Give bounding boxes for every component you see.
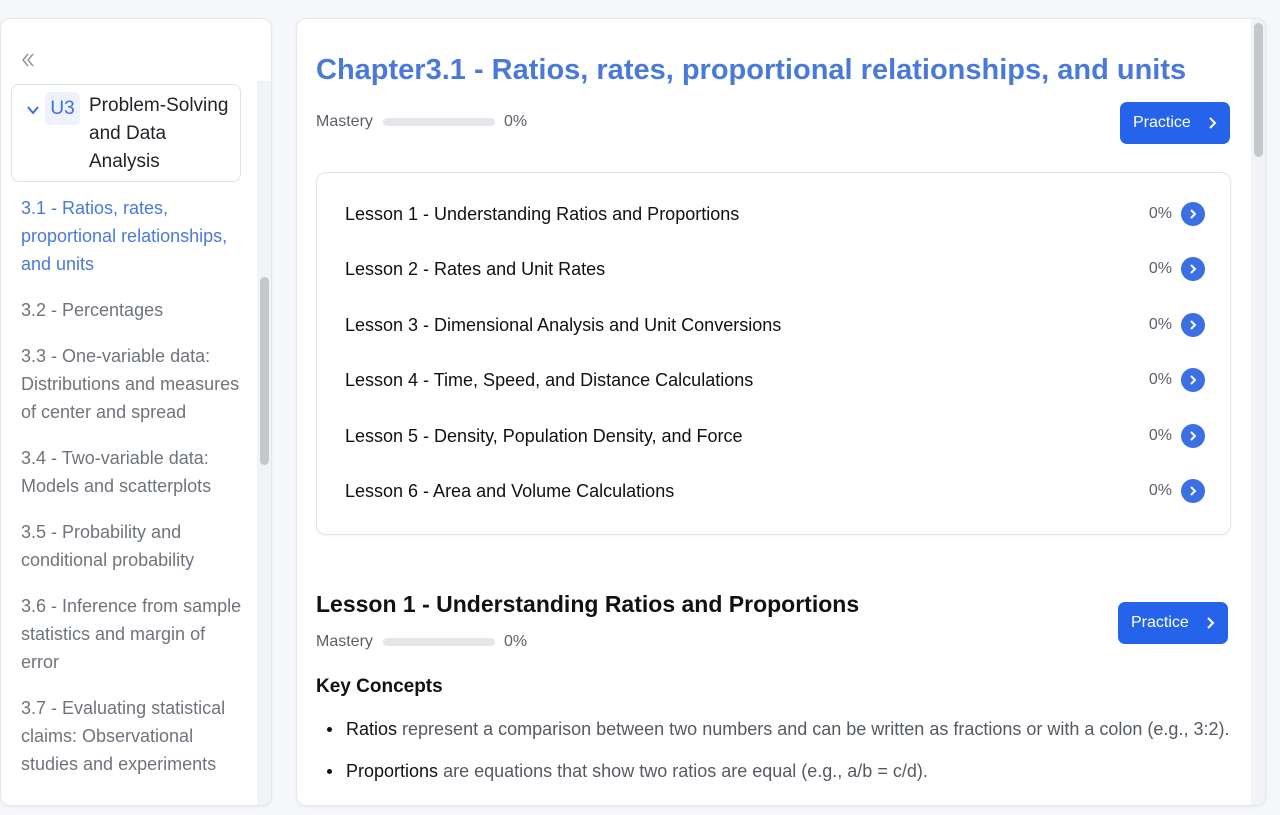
main-scrollbar-thumb[interactable] (1254, 23, 1263, 157)
chapter-list: 3.1 - Ratios, rates, proportional relati… (21, 194, 246, 796)
chevron-down-icon (27, 106, 39, 115)
lesson-row[interactable]: Lesson 1 - Understanding Ratios and Prop… (345, 199, 1205, 229)
unit-badge: U3 (45, 92, 80, 125)
lessons-list: Lesson 1 - Understanding Ratios and Prop… (316, 172, 1231, 535)
practice-label: Practice (1131, 614, 1189, 631)
key-concepts-heading: Key Concepts (316, 676, 443, 697)
concept-term: Proportions (346, 761, 439, 781)
unit-card[interactable]: U3 Problem-Solving and Data Analysis (11, 84, 241, 182)
concept-text: are equations that show two ratios are e… (438, 761, 928, 781)
chevron-right-circle-icon[interactable] (1181, 479, 1205, 503)
lesson-practice-button[interactable]: Practice (1118, 602, 1228, 644)
lesson-row[interactable]: Lesson 6 - Area and Volume Calculations … (345, 476, 1205, 506)
chapter-mastery: Mastery 0% (316, 111, 527, 133)
lesson-progress: 0% (1148, 371, 1172, 388)
chevron-right-circle-icon[interactable] (1181, 313, 1205, 337)
mastery-progress-bar (383, 638, 495, 646)
list-item: Ratios represent a comparison between tw… (327, 713, 1237, 745)
mastery-label: Mastery (316, 633, 373, 650)
lesson-row[interactable]: Lesson 5 - Density, Population Density, … (345, 421, 1205, 451)
lesson-row[interactable]: Lesson 4 - Time, Speed, and Distance Cal… (345, 365, 1205, 395)
lesson-row[interactable]: Lesson 2 - Rates and Unit Rates 0% (345, 254, 1205, 284)
lesson-progress: 0% (1148, 482, 1172, 499)
chapter-item-3-3[interactable]: 3.3 - One-variable data: Distributions a… (21, 342, 246, 426)
mastery-value: 0% (504, 113, 528, 130)
chevron-right-circle-icon[interactable] (1181, 368, 1205, 392)
lesson-name: Lesson 3 - Dimensional Analysis and Unit… (345, 314, 782, 335)
concept-term: Ratios (346, 719, 398, 739)
chevron-right-circle-icon[interactable] (1181, 202, 1205, 226)
lesson-progress: 0% (1148, 260, 1172, 277)
double-chevron-left-icon[interactable] (17, 49, 39, 71)
lesson-progress: 0% (1148, 427, 1172, 444)
chapter-item-3-5[interactable]: 3.5 - Probability and conditional probab… (21, 518, 246, 574)
chevron-right-circle-icon[interactable] (1181, 424, 1205, 448)
mastery-value: 0% (504, 633, 528, 650)
main-panel: Chapter3.1 - Ratios, rates, proportional… (296, 18, 1266, 806)
page-title: Chapter3.1 - Ratios, rates, proportional… (316, 54, 1187, 86)
lesson-name: Lesson 6 - Area and Volume Calculations (345, 480, 675, 501)
list-item: Proportions are equations that show two … (327, 755, 1237, 787)
chapter-item-3-7[interactable]: 3.7 - Evaluating statistical claims: Obs… (21, 694, 246, 778)
lesson-name: Lesson 4 - Time, Speed, and Distance Cal… (345, 369, 754, 390)
lesson-section-title: Lesson 1 - Understanding Ratios and Prop… (316, 591, 860, 617)
key-concepts-list: Ratios represent a comparison between tw… (327, 713, 1237, 797)
lesson-row[interactable]: Lesson 3 - Dimensional Analysis and Unit… (345, 310, 1205, 340)
chevron-right-icon (1207, 617, 1215, 629)
chevron-right-icon (1209, 117, 1217, 129)
chapter-item-3-4[interactable]: 3.4 - Two-variable data: Models and scat… (21, 444, 246, 500)
sidebar-scrollbar-thumb[interactable] (260, 277, 269, 465)
lesson-name: Lesson 5 - Density, Population Density, … (345, 425, 743, 446)
chapter-practice-button[interactable]: Practice (1120, 102, 1230, 144)
mastery-label: Mastery (316, 113, 373, 130)
lesson-name: Lesson 1 - Understanding Ratios and Prop… (345, 203, 740, 224)
unit-title: Problem-Solving and Data Analysis (89, 95, 229, 172)
concept-text: represent a comparison between two numbe… (397, 719, 1230, 739)
sidebar: U3 Problem-Solving and Data Analysis 3.1… (0, 18, 272, 806)
lesson-progress: 0% (1148, 316, 1172, 333)
chapter-item-3-2[interactable]: 3.2 - Percentages (21, 296, 246, 324)
lesson-name: Lesson 2 - Rates and Unit Rates (345, 258, 606, 279)
lesson-progress: 0% (1148, 205, 1172, 222)
practice-label: Practice (1133, 114, 1191, 131)
chapter-item-3-6[interactable]: 3.6 - Inference from sample statistics a… (21, 592, 246, 676)
mastery-progress-bar (383, 118, 495, 126)
chevron-right-circle-icon[interactable] (1181, 257, 1205, 281)
lesson-mastery: Mastery 0% (316, 631, 527, 653)
chapter-item-3-1[interactable]: 3.1 - Ratios, rates, proportional relati… (21, 194, 246, 278)
